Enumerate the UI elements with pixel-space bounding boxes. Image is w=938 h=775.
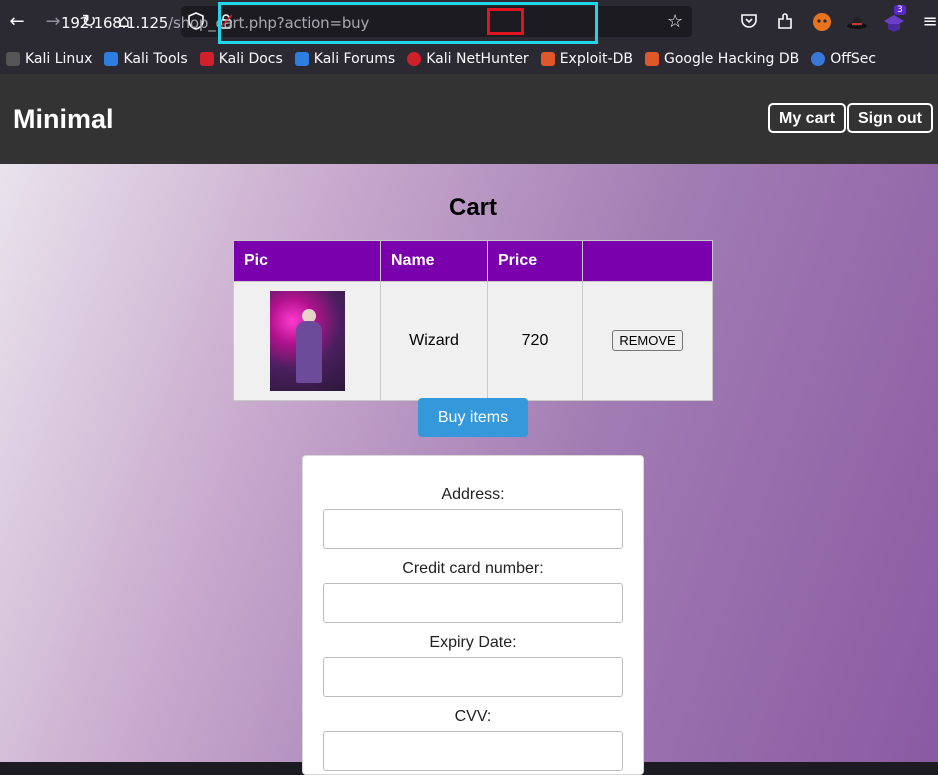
hat-icon[interactable]: [846, 11, 868, 33]
cart-title: Cart: [448, 194, 497, 221]
bookmark-offsec[interactable]: OffSec: [811, 51, 876, 67]
bookmark-label: Kali Linux: [25, 51, 93, 67]
ghdb-icon: [644, 52, 659, 66]
buy-items-button[interactable]: Buy items: [418, 398, 528, 437]
bookmark-google-hacking-db[interactable]: Google Hacking DB: [644, 51, 800, 67]
bookmark-star-icon[interactable]: ☆: [667, 11, 683, 32]
bookmark-label: Kali Docs: [218, 51, 283, 67]
column-header-price: Price: [487, 240, 583, 282]
bookmark-label: Google Hacking DB: [663, 51, 800, 67]
site-brand[interactable]: Minimal: [13, 104, 114, 135]
column-header-action: [582, 240, 713, 282]
exploit-db-icon: [540, 52, 555, 66]
bookmark-label: Kali Tools: [123, 51, 188, 67]
web-page: Minimal My cart Sign out Cart Pic Name P…: [0, 74, 938, 775]
back-arrow-icon[interactable]: ←: [5, 10, 29, 34]
expiry-date-input[interactable]: [323, 657, 623, 697]
bookmark-kali-docs[interactable]: Kali Docs: [199, 51, 283, 67]
kali-dragon-icon: [6, 52, 20, 66]
kali-docs-icon: [199, 52, 214, 66]
notification-extension-icon[interactable]: 3: [882, 5, 906, 33]
cvv-label: CVV:: [454, 708, 492, 725]
cart-table: Pic Name Price Wizard 720 REMOVE: [233, 240, 713, 401]
bookmark-kali-linux[interactable]: Kali Linux: [6, 51, 92, 67]
extensions-icon[interactable]: [775, 11, 797, 33]
card-number-input[interactable]: [323, 583, 623, 623]
card-number-label: Credit card number:: [402, 560, 544, 577]
pocket-icon[interactable]: [739, 11, 761, 33]
wizard-body-shape: [295, 321, 322, 383]
cart-content: Cart Pic Name Price Wizard 720 REMOVE Bu…: [0, 164, 938, 775]
table-row: Wizard 720 REMOVE: [233, 281, 713, 401]
kali-tools-icon: [104, 52, 119, 66]
offsec-icon: [811, 52, 826, 66]
bookmark-label: OffSec: [830, 51, 877, 67]
product-action-cell: REMOVE: [582, 281, 713, 401]
product-image: [269, 291, 345, 391]
address-input[interactable]: [323, 509, 623, 549]
highlight-url-box: [218, 2, 598, 44]
nethunter-icon: [407, 52, 422, 66]
kali-forums-icon: [294, 52, 309, 66]
notification-badge: 3: [894, 5, 906, 15]
bookmark-label: Kali Forums: [313, 51, 396, 67]
bookmark-exploit-db[interactable]: Exploit-DB: [540, 51, 633, 67]
bookmark-kali-forums[interactable]: Kali Forums: [294, 51, 396, 67]
url-host: 192.168.1.125: [61, 14, 169, 32]
expiry-date-label: Expiry Date:: [429, 634, 517, 651]
bookmarks-bar: Kali Linux Kali Tools Kali Docs Kali For…: [0, 44, 938, 74]
cvv-input[interactable]: [323, 731, 623, 771]
address-label: Address:: [441, 486, 505, 503]
column-header-pic: Pic: [233, 240, 381, 282]
bookmark-label: Kali NetHunter: [426, 51, 529, 67]
product-name: Wizard: [380, 281, 488, 401]
menu-icon[interactable]: ≡: [918, 10, 938, 34]
highlight-action-box: [487, 8, 524, 35]
bookmark-kali-tools[interactable]: Kali Tools: [104, 51, 188, 67]
sign-out-button[interactable]: Sign out: [847, 103, 933, 133]
table-header-row: Pic Name Price: [233, 240, 713, 282]
bookmark-label: Exploit-DB: [559, 51, 633, 67]
product-pic-cell: [233, 281, 381, 401]
foxyproxy-icon[interactable]: [811, 11, 833, 33]
product-price: 720: [487, 281, 583, 401]
remove-button[interactable]: REMOVE: [612, 329, 683, 351]
checkout-form: Address: Credit card number: Expiry Date…: [302, 455, 644, 775]
column-header-name: Name: [380, 240, 488, 282]
bookmark-kali-nethunter[interactable]: Kali NetHunter: [407, 51, 529, 67]
my-cart-button[interactable]: My cart: [768, 103, 847, 133]
browser-toolbar: ← → ↻ ⌂ 192.168.1.125/shop_cart.php?acti…: [0, 0, 938, 44]
site-header: Minimal My cart Sign out: [0, 74, 938, 164]
